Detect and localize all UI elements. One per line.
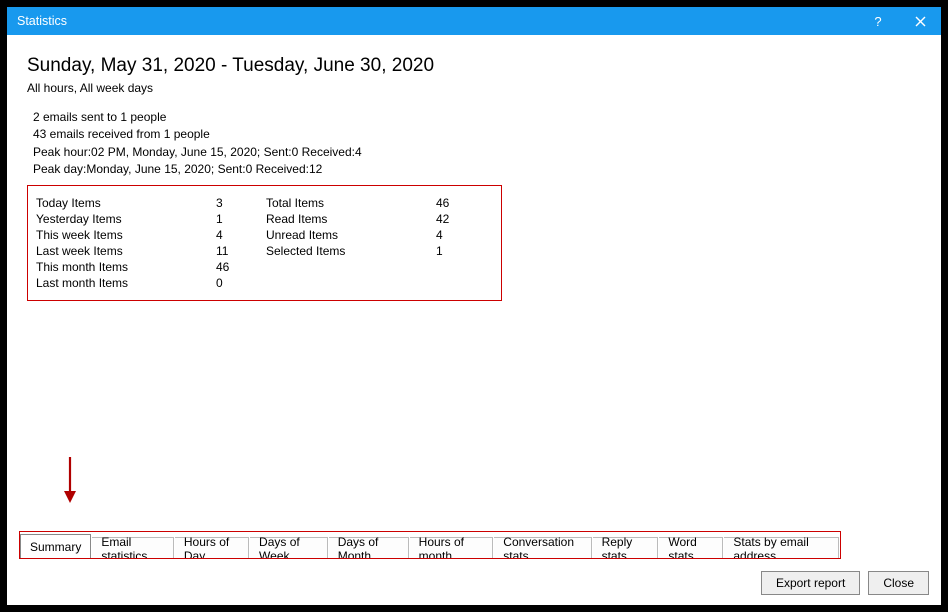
tab-email-statistics[interactable]: Email statistics: [92, 537, 174, 559]
titlebar: Statistics ?: [7, 7, 941, 35]
filter-description: All hours, All week days: [27, 81, 921, 95]
tab-bar: Summary Email statistics Hours of Day Da…: [19, 531, 841, 559]
stat-label: Total Items: [266, 196, 436, 210]
window-title: Statistics: [17, 14, 67, 28]
close-window-button[interactable]: [899, 7, 941, 35]
stat-value: 11: [216, 244, 266, 258]
stat-value: 1: [436, 244, 466, 258]
stat-value: 46: [216, 260, 266, 274]
tab-days-of-month[interactable]: Days of Month: [329, 537, 409, 559]
stat-label: Selected Items: [266, 244, 436, 258]
export-report-button[interactable]: Export report: [761, 571, 860, 595]
tab-conversation-stats[interactable]: Conversation stats: [494, 537, 591, 559]
close-icon: [915, 16, 926, 27]
stat-label: This week Items: [36, 228, 216, 242]
tab-hours-of-day[interactable]: Hours of Day: [175, 537, 249, 559]
summary-line: 43 emails received from 1 people: [33, 126, 921, 143]
stat-value: 1: [216, 212, 266, 226]
stat-label: Yesterday Items: [36, 212, 216, 226]
summary-line: Peak day:Monday, June 15, 2020; Sent:0 R…: [33, 161, 921, 178]
summary-text-block: 2 emails sent to 1 people 43 emails rece…: [33, 109, 921, 179]
stat-label: Read Items: [266, 212, 436, 226]
summary-line: 2 emails sent to 1 people: [33, 109, 921, 126]
stat-label: This month Items: [36, 260, 216, 274]
help-button[interactable]: ?: [857, 7, 899, 35]
tab-stats-by-email-address[interactable]: Stats by email address: [724, 537, 839, 559]
tab-summary[interactable]: Summary: [20, 534, 91, 559]
stat-value: 4: [436, 228, 466, 242]
date-range-heading: Sunday, May 31, 2020 - Tuesday, June 30,…: [27, 55, 921, 77]
stat-value: 0: [216, 276, 266, 290]
tab-hours-of-month[interactable]: Hours of month: [410, 537, 494, 559]
dialog-footer: Export report Close: [761, 571, 929, 595]
stat-value: 3: [216, 196, 266, 210]
stat-value: 42: [436, 212, 466, 226]
stat-label: Last week Items: [36, 244, 216, 258]
stat-value: 4: [216, 228, 266, 242]
stats-summary-box: Today Items 3 Total Items 46 Yesterday I…: [27, 185, 502, 301]
stat-label: Last month Items: [36, 276, 216, 290]
stat-value: 46: [436, 196, 466, 210]
tab-reply-stats[interactable]: Reply stats: [593, 537, 659, 559]
content-area: Sunday, May 31, 2020 - Tuesday, June 30,…: [7, 35, 941, 565]
summary-line: Peak hour:02 PM, Monday, June 15, 2020; …: [33, 144, 921, 161]
stat-label: Unread Items: [266, 228, 436, 242]
statistics-window: Statistics ? Sunday, May 31, 2020 - Tues…: [6, 6, 942, 606]
tab-days-of-week[interactable]: Days of Week: [250, 537, 328, 559]
stat-label: Today Items: [36, 196, 216, 210]
arrow-annotation-icon: [60, 455, 80, 503]
tab-word-stats[interactable]: Word stats: [659, 537, 723, 559]
close-button[interactable]: Close: [868, 571, 929, 595]
